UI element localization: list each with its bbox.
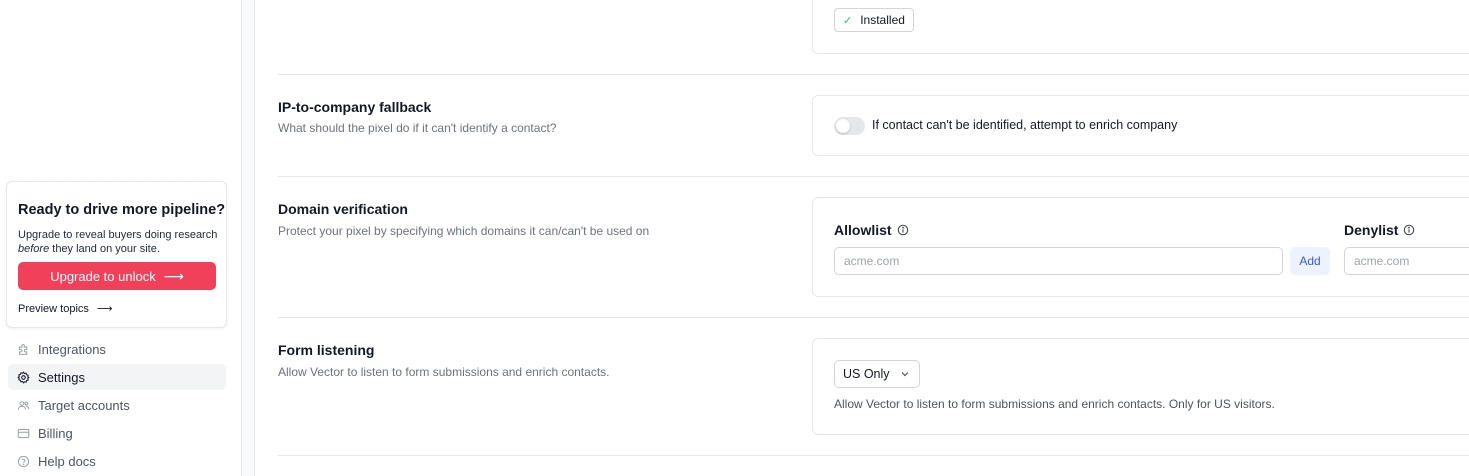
- settings-main: ✓ Installed IP-to-company fallback What …: [256, 0, 1469, 476]
- allowlist-input[interactable]: [834, 247, 1283, 275]
- content-gutter: [242, 0, 255, 476]
- fallback-subtitle: What should the pixel do if it can't ide…: [278, 121, 557, 135]
- preview-topics-link[interactable]: Preview topics ⟶: [18, 302, 113, 316]
- sidebar-item-label: Help docs: [38, 453, 96, 469]
- check-icon: ✓: [843, 14, 853, 27]
- chevron-down-icon: [901, 372, 908, 377]
- sidebar-item-label: Target accounts: [38, 397, 130, 413]
- users-icon: [17, 400, 30, 410]
- fallback-title: IP-to-company fallback: [278, 99, 432, 115]
- select-value: US Only: [843, 367, 890, 381]
- preview-topics-label: Preview topics: [18, 302, 89, 315]
- info-icon[interactable]: [897, 224, 909, 236]
- domain-card: Allowlist Add Denylist: [812, 197, 1469, 297]
- denylist-input[interactable]: [1344, 247, 1469, 275]
- upgrade-button-label: Upgrade to unlock: [50, 268, 156, 284]
- sidebar-item-settings[interactable]: Settings: [8, 364, 226, 390]
- toggle-knob: [836, 119, 850, 133]
- sidebar-item-target-accounts[interactable]: Target accounts: [8, 392, 226, 418]
- sidebar-item-help-docs[interactable]: Help docs: [8, 448, 226, 474]
- form-region-select[interactable]: US Only: [834, 360, 920, 388]
- promo-title: Ready to drive more pipeline?: [18, 202, 226, 218]
- puzzle-icon: [18, 343, 28, 355]
- form-card: US Only Allow Vector to listen to form s…: [812, 338, 1469, 435]
- sidebar-item-label: Billing: [38, 425, 73, 441]
- installed-label: Installed: [860, 13, 905, 27]
- form-subtitle: Allow Vector to listen to form submissio…: [278, 365, 610, 379]
- domain-subtitle: Protect your pixel by specifying which d…: [278, 224, 650, 238]
- promo-description: Upgrade to reveal buyers doing research …: [18, 229, 218, 255]
- allowlist-label: Allowlist: [834, 222, 909, 238]
- install-status-card: ✓ Installed: [812, 0, 1469, 54]
- denylist-label: Denylist: [1344, 222, 1415, 238]
- info-icon[interactable]: [1403, 224, 1415, 236]
- sidebar-item-label: Integrations: [38, 341, 106, 357]
- sidebar: Ready to drive more pipeline? Upgrade to…: [0, 0, 242, 476]
- arrow-right-icon: ⟶: [96, 303, 113, 315]
- sidebar-nav: Integrations Settings Target accounts Bi…: [8, 336, 226, 476]
- domain-title: Domain verification: [278, 201, 408, 217]
- section-divider: [278, 455, 1469, 456]
- credit-card-icon: [17, 428, 30, 438]
- fallback-toggle[interactable]: [834, 117, 865, 135]
- fallback-toggle-label: If contact can't be identified, attempt …: [872, 118, 1178, 132]
- arrow-right-icon: ⟶: [163, 267, 184, 284]
- form-title: Form listening: [278, 342, 375, 358]
- section-divider: [278, 74, 1469, 75]
- form-help-text: Allow Vector to listen to form submissio…: [834, 397, 1275, 411]
- help-circle-icon: [17, 455, 30, 467]
- sidebar-item-label: Settings: [38, 369, 85, 385]
- installed-badge: ✓ Installed: [834, 8, 914, 32]
- section-divider: [278, 317, 1469, 318]
- gear-icon: [17, 370, 30, 384]
- upgrade-promo-card: Ready to drive more pipeline? Upgrade to…: [6, 181, 227, 328]
- sidebar-item-billing[interactable]: Billing: [8, 420, 226, 446]
- section-divider: [278, 176, 1469, 177]
- upgrade-button[interactable]: Upgrade to unlock ⟶: [18, 262, 216, 290]
- allowlist-add-button[interactable]: Add: [1290, 247, 1330, 275]
- fallback-card: If contact can't be identified, attempt …: [812, 95, 1469, 156]
- sidebar-item-integrations[interactable]: Integrations: [8, 336, 226, 362]
